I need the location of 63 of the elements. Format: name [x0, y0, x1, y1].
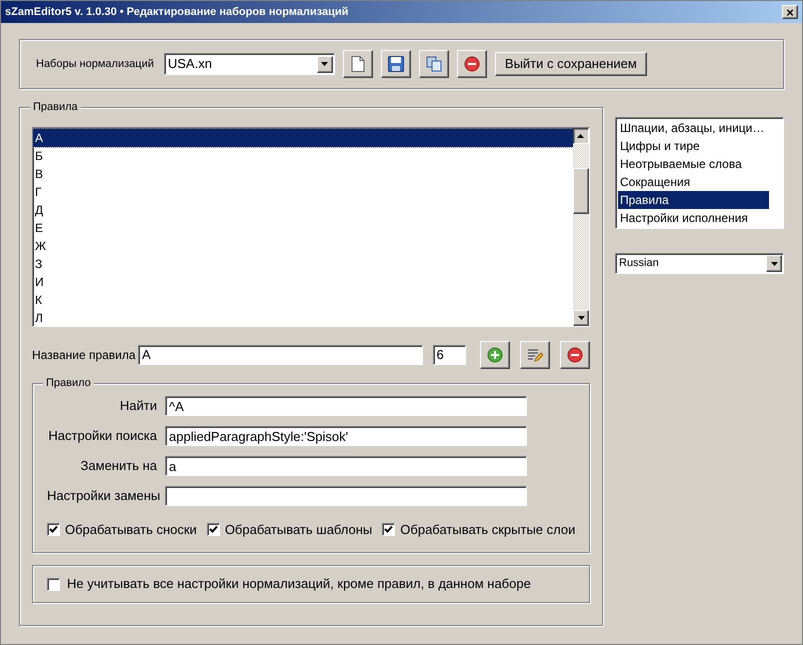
list-item[interactable]: Б: [33, 147, 573, 165]
list-item[interactable]: Г: [33, 183, 573, 201]
sets-label: Наборы нормализаций: [36, 56, 154, 72]
list-item[interactable]: И: [33, 273, 573, 291]
caret-icon: [578, 134, 584, 138]
exit-save-button[interactable]: Выйти с сохранением: [494, 52, 647, 76]
list-item[interactable]: Ж: [33, 237, 573, 255]
list-item[interactable]: Е: [33, 219, 573, 237]
edit-button[interactable]: [520, 341, 550, 369]
checkbox-label: Обрабатывать скрытые слои: [400, 521, 576, 539]
checkbox-label: Обрабатывать сноски: [65, 521, 197, 539]
text-field[interactable]: ^A: [165, 396, 527, 416]
list-item[interactable]: Л: [33, 309, 573, 327]
text-field[interactable]: appliedParagraphStyle:'Spisok': [165, 426, 527, 446]
list-item[interactable]: З: [33, 255, 573, 273]
text-field[interactable]: a: [165, 456, 527, 476]
new-button[interactable]: [342, 50, 373, 78]
field-label: Заменить на: [80, 457, 157, 476]
list-item[interactable]: К: [33, 291, 573, 309]
list-item[interactable]: Цифры и тире: [618, 137, 769, 155]
field-label: Найти: [118, 397, 157, 416]
minus-circle-icon: [464, 56, 480, 72]
rule-name-field[interactable]: А: [138, 345, 422, 365]
checkbox[interactable]: [47, 523, 60, 536]
list-item[interactable]: В: [33, 165, 573, 183]
checkbox[interactable]: [47, 578, 60, 590]
list-item[interactable]: Сокращения: [618, 173, 769, 191]
group-title: Правила: [30, 100, 81, 114]
language-dropdown[interactable]: Russian: [615, 253, 784, 274]
close-button[interactable]: ×: [782, 5, 798, 19]
add-button[interactable]: [480, 341, 510, 369]
text-field[interactable]: [165, 486, 527, 506]
copy-button[interactable]: [418, 50, 449, 78]
checkbox-label: Не учитывать все настройки нормализаций, кроме правил, в данном наборе: [67, 575, 531, 594]
floppy-icon: [388, 56, 404, 72]
delete-button[interactable]: [456, 50, 487, 78]
copy-icon: [426, 56, 442, 72]
delete-rule-button[interactable]: [560, 341, 590, 369]
list-item[interactable]: Д: [33, 201, 573, 219]
list-item[interactable]: Шпации, абзацы, иници…: [618, 119, 769, 137]
list-item[interactable]: Неотрываемые слова: [618, 155, 769, 173]
checkbox[interactable]: [206, 523, 220, 536]
checkbox[interactable]: [382, 523, 396, 536]
window-title: sZamEditor5 v. 1.0.30 • Редактирование наборов нормализаций: [5, 4, 348, 20]
plus-circle-icon: [487, 347, 503, 363]
list-item[interactable]: Правила: [618, 191, 769, 209]
scrollbar-thumb[interactable]: [573, 168, 589, 214]
group-title: Правило: [43, 376, 94, 390]
minus-circle-icon: [567, 347, 583, 363]
caret-icon: [578, 316, 584, 320]
document-icon: [350, 56, 365, 72]
checkbox-label: Обрабатывать шаблоны: [224, 521, 372, 539]
field-label: Настройки поиска: [47, 427, 157, 446]
field-label: Настройки замены: [47, 487, 157, 506]
caret-icon: [770, 262, 778, 266]
list-item[interactable]: Настройки исполнения: [618, 209, 769, 227]
caret-icon: [321, 62, 328, 66]
sets-dropdown[interactable]: USA.xn: [164, 53, 335, 75]
list-item[interactable]: А: [33, 129, 573, 147]
scrollbar[interactable]: [573, 128, 589, 326]
save-button[interactable]: [380, 50, 411, 78]
edit-list-icon: [527, 347, 543, 363]
number-field[interactable]: 6: [432, 345, 466, 365]
